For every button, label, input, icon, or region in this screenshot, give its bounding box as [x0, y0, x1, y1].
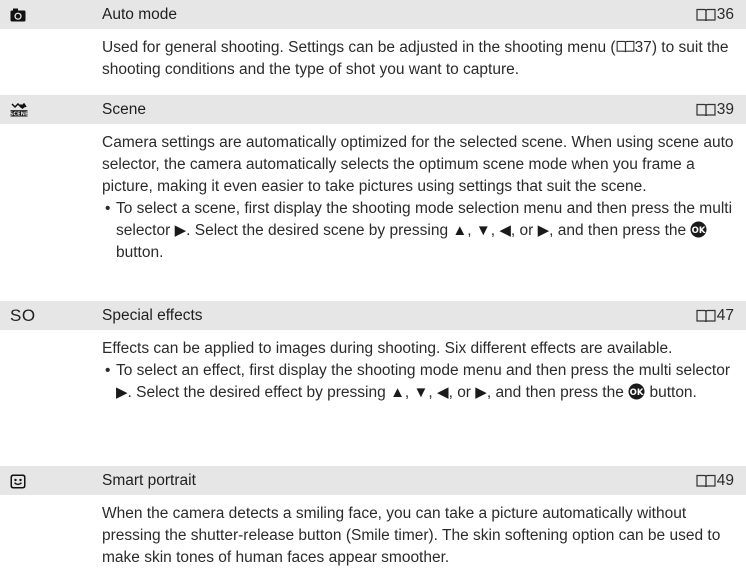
page-reference[interactable]: 49 — [696, 472, 734, 490]
book-reference-icon — [616, 40, 634, 53]
svg-text:OK: OK — [692, 226, 706, 236]
camera-icon — [10, 6, 32, 24]
arrow-left-icon: ◀ — [499, 222, 511, 239]
page-reference[interactable]: 36 — [696, 6, 734, 24]
arrow-down-icon: ▼ — [475, 222, 491, 239]
mode-header-special-effects: SO Special effects 47 — [0, 301, 746, 330]
book-reference-icon — [696, 474, 716, 488]
smart-portrait-icon — [10, 472, 32, 490]
mode-header-scene: SCENE Scene 39 — [0, 95, 746, 124]
arrow-down-icon: ▼ — [413, 384, 429, 401]
bullet-icon: • — [105, 362, 111, 379]
page-number: 47 — [716, 307, 734, 324]
special-effects-icon: SO — [10, 306, 36, 325]
scene-icon: SCENE — [10, 101, 32, 119]
mode-description-scene: Camera settings are automatically optimi… — [102, 132, 742, 264]
mode-header-auto: Auto mode 36 — [0, 0, 746, 29]
mode-header-smart-portrait: Smart portrait 49 — [0, 466, 746, 495]
bullet-icon: • — [105, 200, 111, 217]
page-reference[interactable]: 47 — [696, 307, 734, 325]
page-number: 49 — [716, 472, 734, 489]
mode-description-smart-portrait: When the camera detects a smiling face, … — [102, 505, 721, 566]
arrow-right-icon: ▶ — [537, 222, 550, 239]
book-reference-icon — [696, 8, 716, 22]
arrow-left-icon: ◀ — [437, 384, 449, 401]
svg-text:OK: OK — [630, 388, 644, 398]
ok-button-icon: OK — [628, 383, 645, 400]
page-reference[interactable]: 39 — [696, 101, 734, 119]
mode-description-special-effects: Effects can be applied to images during … — [102, 338, 742, 404]
arrow-right-icon: ▶ — [475, 384, 487, 401]
arrow-right-icon: ▶ — [116, 384, 128, 401]
arrow-up-icon: ▲ — [452, 222, 468, 239]
page-number: 39 — [716, 101, 734, 118]
ok-button-icon: OK — [690, 221, 707, 238]
book-reference-icon — [696, 103, 716, 117]
book-reference-icon — [696, 309, 716, 323]
list-item: • To select an effect, first display the … — [105, 362, 731, 401]
svg-text:SCENE: SCENE — [10, 111, 28, 117]
inline-page-ref[interactable]: 37 — [635, 39, 652, 56]
page-number: 36 — [716, 6, 734, 23]
list-item: • To select a scene, first display the sh… — [105, 200, 733, 261]
mode-title: Special effects — [102, 307, 203, 324]
manual-page: Auto mode 36 Used for general shooting. … — [0, 0, 746, 566]
arrow-right-icon: ▶ — [174, 222, 187, 239]
mode-description-auto: Used for general shooting. Settings can … — [102, 39, 729, 78]
mode-title: Smart portrait — [102, 472, 196, 489]
mode-title: Auto mode — [102, 6, 177, 23]
mode-title: Scene — [102, 101, 146, 118]
arrow-up-icon: ▲ — [390, 384, 405, 401]
